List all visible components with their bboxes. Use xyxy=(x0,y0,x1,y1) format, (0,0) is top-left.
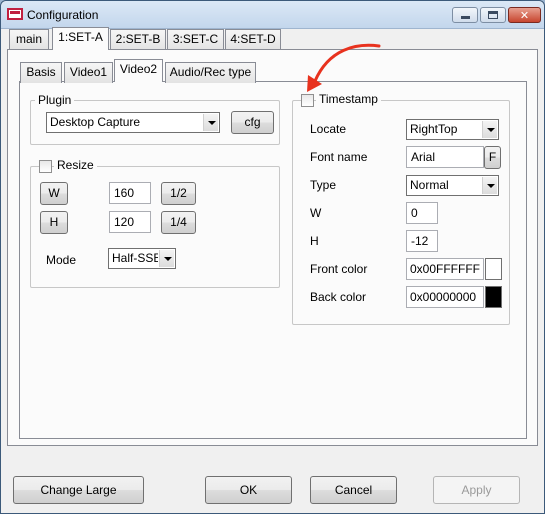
back-color-label: Back color xyxy=(310,290,367,304)
type-select-value: Normal xyxy=(410,178,449,192)
window-title: Configuration xyxy=(27,8,99,22)
change-large-button[interactable]: Change Large xyxy=(13,476,144,504)
minimize-icon xyxy=(460,16,470,19)
minimize-button[interactable] xyxy=(452,7,478,23)
locate-label: Locate xyxy=(310,122,347,136)
tab-main[interactable]: main xyxy=(9,29,49,50)
timestamp-w-label: W xyxy=(310,206,322,220)
mode-label: Mode xyxy=(46,253,77,267)
cfg-button[interactable]: cfg xyxy=(231,111,274,134)
configuration-window: Configuration ✕ main 1:SET-A 2:SET-B 3:S… xyxy=(0,0,545,514)
back-color-field[interactable]: 0x00000000 xyxy=(406,286,484,308)
resize-height-field[interactable]: 120 xyxy=(109,211,151,233)
chevron-down-icon[interactable] xyxy=(203,114,218,131)
tab-video1[interactable]: Video1 xyxy=(64,62,113,83)
tab-audio-rec-type[interactable]: Audio/Rec type xyxy=(165,62,256,83)
tab-video2[interactable]: Video2 xyxy=(114,59,163,82)
tab-set-b[interactable]: 2:SET-B xyxy=(110,29,166,50)
type-select[interactable]: Normal xyxy=(406,175,499,196)
tab-set-d[interactable]: 4:SET-D xyxy=(225,29,281,50)
tab-set-a[interactable]: 1:SET-A xyxy=(52,27,109,50)
timestamp-h-label: H xyxy=(310,234,319,248)
annotation-arrow-head xyxy=(307,75,322,92)
front-color-label: Front color xyxy=(310,262,368,276)
video2-panel: Plugin Desktop Capture cfg Resize W 160 … xyxy=(19,81,527,439)
tab-set-c[interactable]: 3:SET-C xyxy=(167,29,224,50)
locate-select-value: RightTop xyxy=(410,122,458,136)
chevron-down-icon[interactable] xyxy=(482,121,497,138)
resize-group-label: Resize xyxy=(54,158,97,172)
app-icon xyxy=(7,8,23,20)
mode-select[interactable]: Half-SSE xyxy=(108,248,176,269)
chevron-down-icon[interactable] xyxy=(159,250,174,267)
timestamp-w-field[interactable]: 0 xyxy=(406,202,438,224)
close-button[interactable]: ✕ xyxy=(508,7,541,23)
plugin-select-value: Desktop Capture xyxy=(50,115,141,129)
resize-h-button[interactable]: H xyxy=(40,211,68,234)
annotation-arrow xyxy=(307,43,381,92)
locate-select[interactable]: RightTop xyxy=(406,119,499,140)
tab-basis[interactable]: Basis xyxy=(20,62,62,83)
resize-checkbox[interactable] xyxy=(39,160,52,173)
quarter-size-button[interactable]: 1/4 xyxy=(161,211,196,234)
plugin-select[interactable]: Desktop Capture xyxy=(46,112,220,133)
font-picker-button[interactable]: F xyxy=(484,146,501,169)
maximize-icon xyxy=(488,11,498,19)
ok-button[interactable]: OK xyxy=(205,476,292,504)
font-name-field[interactable]: Arial xyxy=(406,146,484,168)
half-size-button[interactable]: 1/2 xyxy=(161,182,196,205)
mode-select-value: Half-SSE xyxy=(112,251,158,265)
resize-width-field[interactable]: 160 xyxy=(109,182,151,204)
title-bar[interactable]: Configuration ✕ xyxy=(1,1,544,29)
front-color-field[interactable]: 0x00FFFFFF xyxy=(406,258,484,280)
chevron-down-icon[interactable] xyxy=(482,177,497,194)
back-color-swatch[interactable] xyxy=(485,286,502,308)
plugin-group-label: Plugin xyxy=(35,93,75,107)
close-icon: ✕ xyxy=(519,8,530,22)
type-label: Type xyxy=(310,178,337,192)
cancel-button[interactable]: Cancel xyxy=(310,476,397,504)
apply-button[interactable]: Apply xyxy=(433,476,520,504)
resize-w-button[interactable]: W xyxy=(40,182,68,205)
maximize-button[interactable] xyxy=(480,7,506,23)
timestamp-h-field[interactable]: -12 xyxy=(406,230,438,252)
font-name-label: Font name xyxy=(310,150,368,164)
front-color-swatch[interactable] xyxy=(485,258,502,280)
annotation-arrow-line xyxy=(313,43,381,83)
